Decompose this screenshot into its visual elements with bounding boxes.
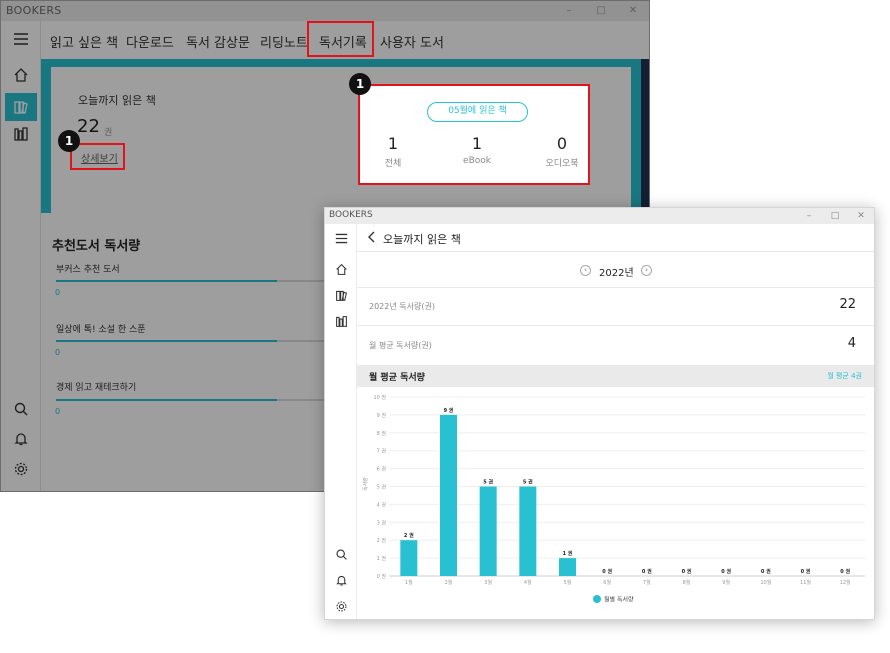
x-tick-label: 5월 (564, 579, 572, 586)
hamburger-menu-icon[interactable] (331, 228, 351, 248)
y-tick-label: 7 권 (377, 448, 387, 455)
y-tick-label: 9 권 (377, 412, 387, 419)
x-tick-label: 4월 (524, 579, 532, 586)
monthly-average-label: 월 평균 독서량(권) (369, 341, 432, 350)
active-tab-highlight (307, 21, 374, 57)
bar-data-label: 0 권 (761, 568, 771, 575)
chart-bar (559, 558, 576, 576)
chart-bar (479, 486, 497, 576)
y-tick-label: 0 권 (377, 573, 387, 580)
month-pill-highlight: 05월에 읽은 책 (427, 102, 528, 122)
chart-bar (519, 486, 537, 576)
annotation-badge: 1 (349, 73, 371, 95)
bar-data-label: 5 권 (483, 479, 493, 486)
page-title: 오늘까지 읽은 책 (383, 233, 461, 246)
yearly-total-label: 2022년 독서량(권) (369, 302, 435, 311)
page-header: 오늘까지 읽은 책 (357, 224, 874, 252)
stat-total-label: 전체 (384, 159, 402, 169)
title-bar: BOOKERS – □ ✕ (325, 208, 874, 224)
close-button[interactable]: ✕ (848, 208, 874, 224)
stat-audiobook-value: 0 (556, 134, 568, 153)
annotation-badge: 1 (58, 130, 80, 152)
x-tick-label: 12월 (840, 579, 851, 586)
x-tick-label: 11월 (800, 579, 811, 586)
bell-icon[interactable] (331, 570, 351, 590)
x-tick-label: 3월 (484, 579, 492, 586)
y-tick-label: 3 권 (377, 519, 387, 526)
search-icon[interactable] (331, 544, 351, 564)
x-tick-label: 7월 (643, 579, 651, 586)
y-tick-label: 4 권 (377, 501, 387, 508)
chart-bar (400, 540, 418, 576)
yearly-total-value: 22 (839, 297, 856, 312)
detail-link-highlight (70, 143, 125, 170)
bar-data-label: 0 권 (721, 568, 731, 575)
year-navigator: ‹ 2022년 › (357, 260, 874, 280)
y-tick-label: 10 권 (373, 394, 386, 401)
y-tick-label: 2 권 (377, 537, 387, 544)
x-tick-label: 9월 (722, 579, 730, 586)
divider (357, 325, 874, 326)
bar-data-label: 0 권 (682, 568, 692, 575)
monthly-reading-bar-chart: 0 권 1 권 2 권 3 권 4 권 5 권 6 권 7 권 8 권 9 권 10 권독서량 2 권… (362, 394, 865, 604)
stat-total-value: 1 (387, 134, 399, 153)
home-icon[interactable] (331, 259, 351, 279)
y-axis-label: 독서량 (362, 477, 369, 491)
x-tick-label: 1월 (405, 579, 413, 586)
library-icon[interactable] (331, 285, 351, 305)
chart-title: 월 평균 독서량 (369, 373, 425, 383)
y-tick-label: 5 권 (377, 484, 387, 491)
bar-data-label: 0 권 (840, 568, 850, 575)
y-tick-label: 1 권 (377, 555, 387, 562)
front-window: BOOKERS – □ ✕ 오늘까지 읽은 책 ‹ 2022년 › 2022년 … (324, 207, 875, 620)
chart-average-label: 월 평균 4권 (827, 372, 862, 380)
maximize-button[interactable]: □ (822, 208, 848, 224)
stat-ebook-value: 1 (471, 134, 483, 153)
legend-label: 월별 독서량 (604, 596, 634, 604)
y-tick-label: 6 권 (377, 466, 387, 473)
side-nav (325, 224, 357, 619)
app-title: BOOKERS (329, 210, 373, 220)
next-year-button[interactable]: › (641, 265, 652, 276)
bar-data-label: 5 권 (523, 479, 533, 486)
bar-data-label: 0 권 (801, 568, 811, 575)
y-tick-label: 8 권 (377, 430, 387, 437)
chart-header: 월 평균 독서량 월 평균 4권 (357, 365, 874, 387)
bookshelf-icon[interactable] (331, 311, 351, 331)
back-chevron-icon[interactable] (365, 230, 379, 244)
minimize-button[interactable]: – (796, 208, 822, 224)
x-tick-label: 8월 (683, 579, 691, 586)
chart-bar (440, 414, 457, 576)
year-label: 2022년 (599, 268, 634, 279)
divider (357, 287, 874, 288)
prev-year-button[interactable]: ‹ (580, 265, 591, 276)
bar-data-label: 9 권 (444, 407, 454, 414)
x-tick-label: 10월 (760, 579, 771, 586)
x-tick-label: 6월 (603, 579, 611, 586)
bar-data-label: 1 권 (563, 550, 573, 557)
monthly-average-value: 4 (847, 336, 856, 351)
bar-data-label: 0 권 (602, 568, 612, 575)
settings-gear-icon[interactable] (331, 596, 351, 616)
bar-data-label: 2 권 (404, 532, 414, 539)
x-tick-label: 2월 (445, 579, 453, 586)
bar-data-label: 0 권 (642, 568, 652, 575)
stat-ebook-label: eBook (463, 156, 491, 166)
legend-marker (593, 595, 601, 603)
stat-audiobook-label: 오디오북 (545, 159, 579, 169)
